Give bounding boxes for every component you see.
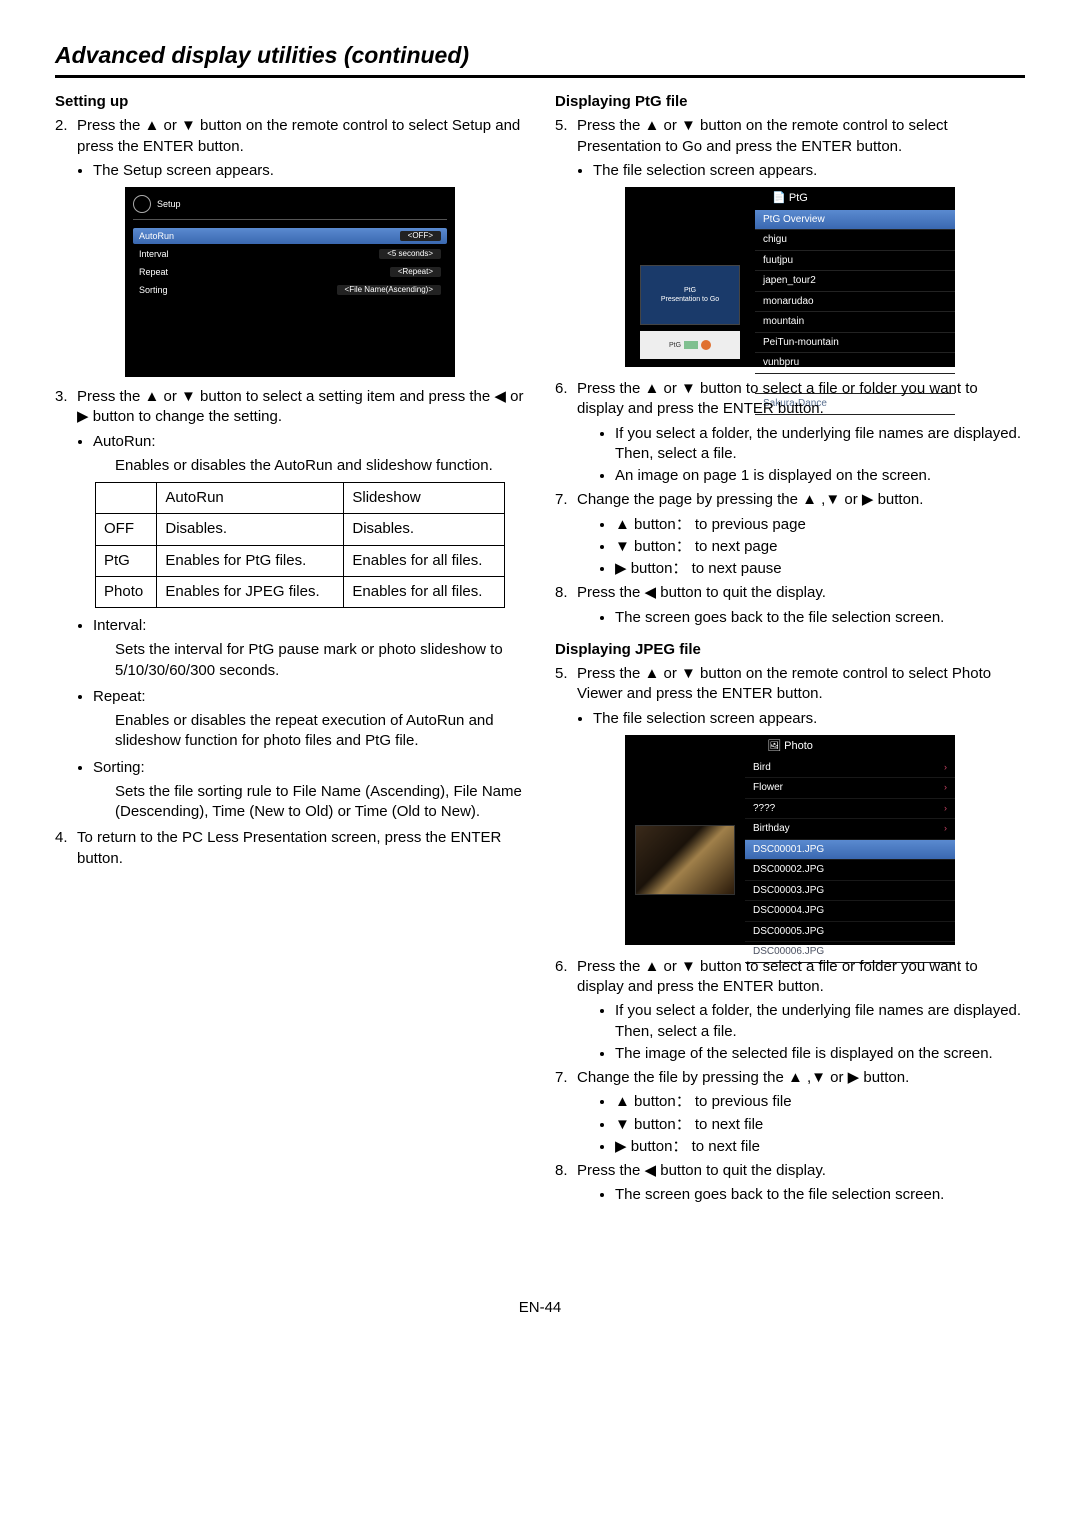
photo-item: Bird› bbox=[745, 758, 955, 779]
photo-item: Flower› bbox=[745, 778, 955, 799]
autorun-desc: Enables or disables the AutoRun and slid… bbox=[55, 456, 525, 476]
step2-bullet: The Setup screen appears. bbox=[93, 161, 525, 181]
page-title: Advanced display utilities (continued) bbox=[55, 40, 1025, 71]
jpeg-step7-b2: ▼ button： to next file bbox=[615, 1115, 1025, 1135]
step-2: 2. Press the ▲ or ▼ button on the remote… bbox=[55, 116, 525, 157]
ptg-screenshot: 📄 PtG PtG Presentation to Go PtG PtG Ove… bbox=[625, 187, 955, 367]
ptg-step7-b3: ▶ button： to next pause bbox=[615, 559, 1025, 579]
photo-item: DSC00004.JPG bbox=[745, 901, 955, 922]
ptg-step-6: 6. Press the ▲ or ▼ button to select a f… bbox=[555, 379, 1025, 420]
photo-item: DSC00002.JPG bbox=[745, 860, 955, 881]
right-column: Displaying PtG file 5. Press the ▲ or ▼ … bbox=[555, 92, 1025, 1208]
photo-preview-thumb bbox=[635, 825, 735, 895]
ptg-step-8: 8. Press the ◀ button to quit the displa… bbox=[555, 583, 1025, 603]
ptg-slide-preview: PtG Presentation to Go bbox=[640, 265, 740, 325]
photo-item: ????› bbox=[745, 799, 955, 820]
left-column: Setting up 2. Press the ▲ or ▼ button on… bbox=[55, 92, 525, 1208]
page-number: EN-44 bbox=[55, 1298, 1025, 1318]
ptg-item: PeiTun-mountain bbox=[755, 333, 955, 354]
autorun-table: AutoRun Slideshow OFF Disables. Disables… bbox=[95, 482, 505, 608]
ptg-item: mountain bbox=[755, 312, 955, 333]
setup-row-interval: Interval <5 seconds> bbox=[133, 246, 447, 262]
jpeg-step-8: 8. Press the ◀ button to quit the displa… bbox=[555, 1161, 1025, 1181]
ptg-item: fuutjpu bbox=[755, 251, 955, 272]
displaying-jpeg-heading: Displaying JPEG file bbox=[555, 640, 1025, 660]
photo-item: DSC00005.JPG bbox=[745, 922, 955, 943]
photo-screenshot: 🖼 Photo Bird› Flower› ????› Birthday› DS… bbox=[625, 735, 955, 945]
repeat-label: Repeat: bbox=[93, 687, 525, 707]
setup-row-repeat: Repeat <Repeat> bbox=[133, 264, 447, 280]
jpeg-step-6: 6. Press the ▲ or ▼ button to select a f… bbox=[555, 957, 1025, 998]
gear-icon bbox=[133, 195, 151, 213]
setup-row-sorting: Sorting <File Name(Ascending)> bbox=[133, 282, 447, 298]
repeat-desc: Enables or disables the repeat execution… bbox=[55, 711, 525, 752]
jpeg-step5-b1: The file selection screen appears. bbox=[593, 709, 1025, 729]
ptg-step5-bullet: The file selection screen appears. bbox=[593, 161, 1025, 181]
step-3: 3. Press the ▲ or ▼ button to select a s… bbox=[55, 387, 525, 428]
ptg-step-5: 5. Press the ▲ or ▼ button on the remote… bbox=[555, 116, 1025, 157]
photo-item: DSC00001.JPG bbox=[745, 840, 955, 861]
photo-item: Birthday› bbox=[745, 819, 955, 840]
photo-item: DSC00003.JPG bbox=[745, 881, 955, 902]
ptg-step6-b2: An image on page 1 is displayed on the s… bbox=[615, 466, 1025, 486]
ptg-step7-b2: ▼ button： to next page bbox=[615, 537, 1025, 557]
autorun-label: AutoRun: bbox=[93, 432, 525, 452]
jpeg-step-5: 5. Press the ▲ or ▼ button on the remote… bbox=[555, 664, 1025, 705]
jpeg-step6-b1: If you select a folder, the underlying f… bbox=[615, 1001, 1025, 1042]
ptg-item: monarudao bbox=[755, 292, 955, 313]
setting-up-heading: Setting up bbox=[55, 92, 525, 112]
interval-desc: Sets the interval for PtG pause mark or … bbox=[55, 640, 525, 681]
ptg-item: chigu bbox=[755, 230, 955, 251]
jpeg-step6-b2: The image of the selected file is displa… bbox=[615, 1044, 1025, 1064]
ptg-slide-thumb: PtG bbox=[640, 331, 740, 359]
setup-screenshot: Setup AutoRun <OFF> Interval <5 seconds>… bbox=[125, 187, 455, 377]
ptg-item: PtG Overview bbox=[755, 210, 955, 231]
sorting-desc: Sets the file sorting rule to File Name … bbox=[55, 782, 525, 823]
displaying-ptg-heading: Displaying PtG file bbox=[555, 92, 1025, 112]
ptg-step-7: 7. Change the page by pressing the ▲ ,▼ … bbox=[555, 490, 1025, 510]
setup-row-autorun: AutoRun <OFF> bbox=[133, 228, 447, 244]
ptg-step6-b1: If you select a folder, the underlying f… bbox=[615, 424, 1025, 465]
title-rule bbox=[55, 75, 1025, 78]
jpeg-step-7: 7. Change the file by pressing the ▲ ,▼ … bbox=[555, 1068, 1025, 1088]
sorting-label: Sorting: bbox=[93, 758, 525, 778]
ptg-step8-b1: The screen goes back to the file selecti… bbox=[615, 608, 1025, 628]
interval-label: Interval: bbox=[93, 616, 525, 636]
jpeg-step7-b3: ▶ button： to next file bbox=[615, 1137, 1025, 1157]
ptg-item: vunbpru bbox=[755, 353, 955, 374]
step-4: 4. To return to the PC Less Presentation… bbox=[55, 828, 525, 869]
jpeg-step8-b1: The screen goes back to the file selecti… bbox=[615, 1185, 1025, 1205]
ptg-step7-b1: ▲ button： to previous page bbox=[615, 515, 1025, 535]
setup-title: Setup bbox=[157, 198, 181, 210]
jpeg-step7-b1: ▲ button： to previous file bbox=[615, 1092, 1025, 1112]
ptg-item: japen_tour2 bbox=[755, 271, 955, 292]
